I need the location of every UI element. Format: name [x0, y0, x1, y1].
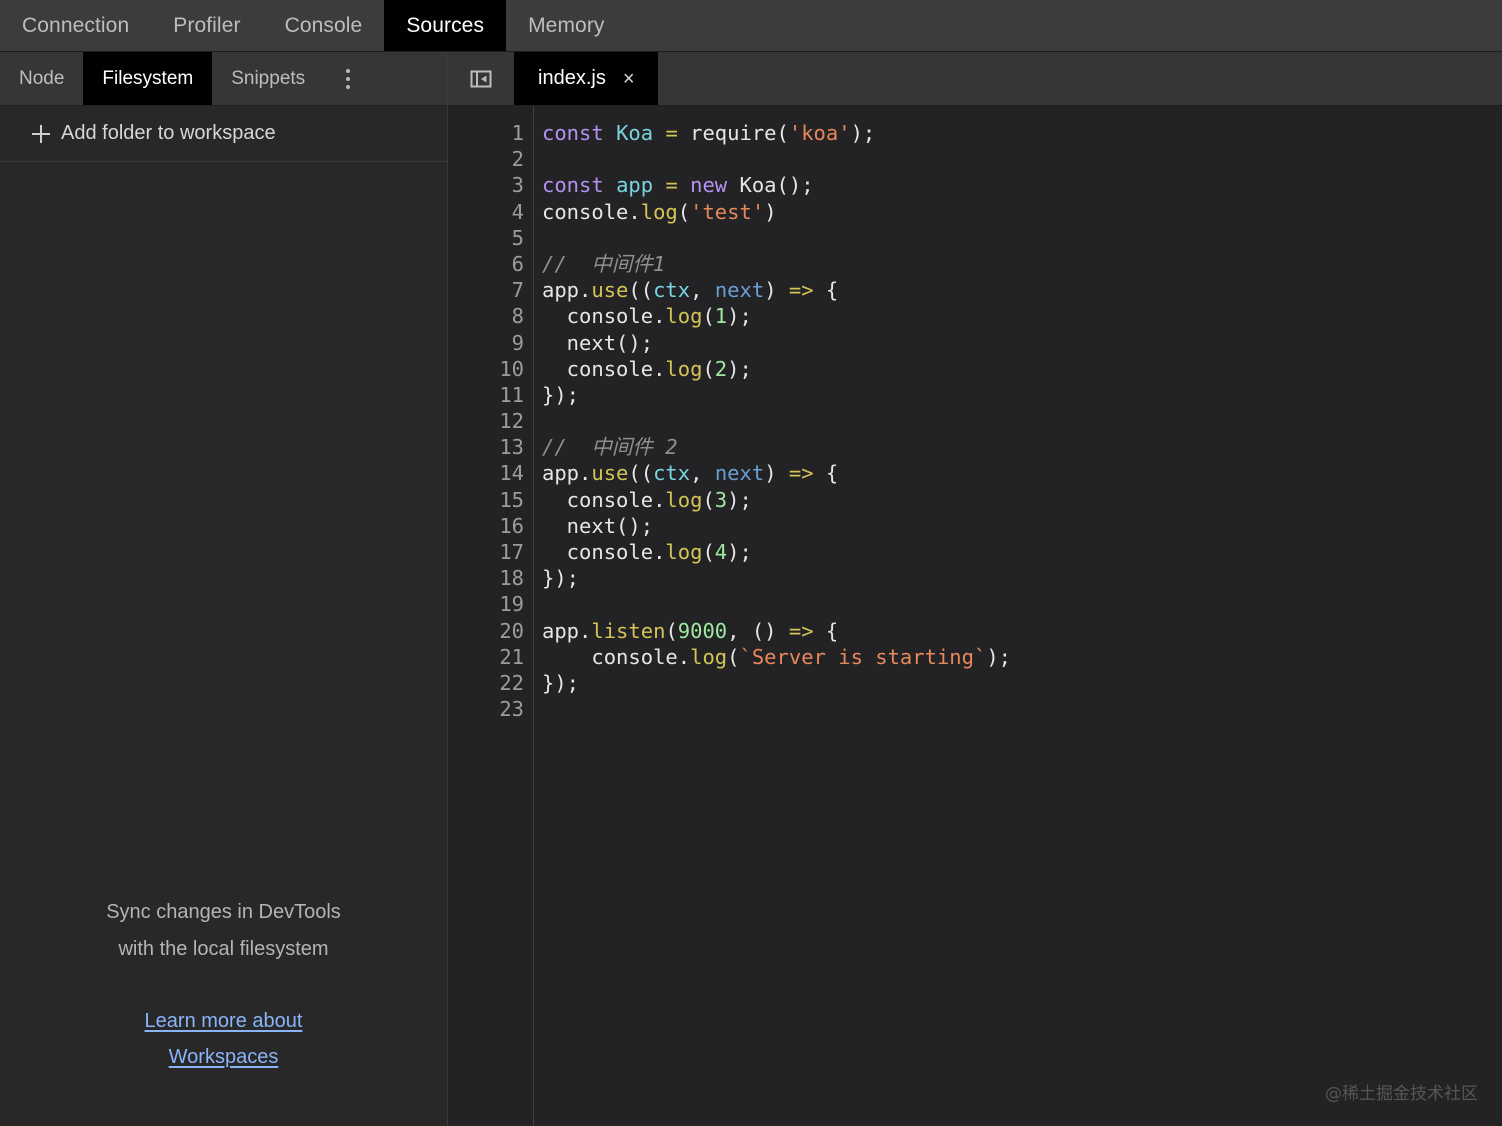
code-line: console.log(1);: [542, 303, 1502, 329]
navigator-tabbar: NodeFilesystemSnippets: [0, 52, 447, 106]
navigator-panel: NodeFilesystemSnippets Add folder to wor…: [0, 52, 448, 1126]
main-tab-connection[interactable]: Connection: [0, 0, 151, 51]
line-number: 4: [448, 199, 533, 225]
line-number: 19: [448, 591, 533, 617]
navigator-tab-snippets[interactable]: Snippets: [212, 52, 324, 105]
line-number: 17: [448, 539, 533, 565]
code-line: [542, 696, 1502, 722]
line-number: 10: [448, 356, 533, 382]
main-tab-memory[interactable]: Memory: [506, 0, 626, 51]
code-line: const Koa = require('koa');: [542, 120, 1502, 146]
collapse-sidebar-icon: [468, 66, 494, 92]
line-number: 3: [448, 172, 533, 198]
line-number-gutter: 1234567891011121314151617181920212223: [448, 106, 534, 1126]
more-vertical-icon: [346, 69, 350, 89]
code-line: [542, 225, 1502, 251]
line-number: 2: [448, 146, 533, 172]
code-line: app.use((ctx, next) => {: [542, 277, 1502, 303]
code-line: console.log(2);: [542, 356, 1502, 382]
file-tab-label: index.js: [538, 67, 606, 90]
code-line: });: [542, 670, 1502, 696]
code-line: // 中间件 2: [542, 434, 1502, 460]
navigator-empty-area: Sync changes in DevTools with the local …: [0, 162, 447, 1126]
plus-icon: [32, 125, 50, 143]
line-number: 13: [448, 434, 533, 460]
code-line: });: [542, 565, 1502, 591]
line-number: 22: [448, 670, 533, 696]
watermark: @稀土掘金技术社区: [1325, 1079, 1478, 1104]
more-options-button[interactable]: [324, 52, 372, 105]
code-line: app.listen(9000, () => {: [542, 618, 1502, 644]
main-tabbar: ConnectionProfilerConsoleSourcesMemory: [0, 0, 1502, 52]
close-icon[interactable]: ×: [620, 67, 638, 91]
line-number: 21: [448, 644, 533, 670]
line-number: 7: [448, 277, 533, 303]
line-number: 1: [448, 120, 533, 146]
empty-state-line-1: Sync changes in DevTools: [40, 894, 407, 931]
code-line: // 中间件1: [542, 251, 1502, 277]
line-number: 20: [448, 618, 533, 644]
code-line: });: [542, 382, 1502, 408]
main-tab-sources[interactable]: Sources: [384, 0, 506, 51]
code-line: console.log(4);: [542, 539, 1502, 565]
line-number: 18: [448, 565, 533, 591]
line-number: 14: [448, 460, 533, 486]
workspace-empty-state: Sync changes in DevTools with the local …: [0, 894, 447, 1075]
devtools-window: ConnectionProfilerConsoleSourcesMemory N…: [0, 0, 1502, 1126]
code-editor[interactable]: 1234567891011121314151617181920212223 co…: [448, 106, 1502, 1126]
add-folder-to-workspace-button[interactable]: Add folder to workspace: [0, 106, 447, 162]
code-content[interactable]: const Koa = require('koa'); const app = …: [534, 106, 1502, 1126]
code-line: const app = new Koa();: [542, 172, 1502, 198]
code-line: console.log('test'): [542, 199, 1502, 225]
editor-tabbar: index.js ×: [448, 52, 1502, 106]
line-number: 12: [448, 408, 533, 434]
code-line: [542, 591, 1502, 617]
learn-more-workspaces-link-line1[interactable]: Learn more about: [40, 1003, 407, 1039]
line-number: 9: [448, 330, 533, 356]
line-number: 23: [448, 696, 533, 722]
main-tab-profiler[interactable]: Profiler: [151, 0, 262, 51]
file-tab-index-js[interactable]: index.js ×: [514, 52, 658, 105]
code-line: next();: [542, 513, 1502, 539]
add-folder-label: Add folder to workspace: [61, 122, 276, 145]
navigator-tab-node[interactable]: Node: [0, 52, 83, 105]
line-number: 8: [448, 303, 533, 329]
line-number: 15: [448, 487, 533, 513]
empty-state-line-2: with the local filesystem: [40, 931, 407, 968]
code-line: [542, 146, 1502, 172]
line-number: 11: [448, 382, 533, 408]
line-number: 5: [448, 225, 533, 251]
line-number: 16: [448, 513, 533, 539]
code-line: app.use((ctx, next) => {: [542, 460, 1502, 486]
main-tab-console[interactable]: Console: [263, 0, 385, 51]
navigator-tab-filesystem[interactable]: Filesystem: [83, 52, 212, 105]
line-number: 6: [448, 251, 533, 277]
code-line: next();: [542, 330, 1502, 356]
code-line: [542, 408, 1502, 434]
code-line: console.log(3);: [542, 487, 1502, 513]
editor-panel: index.js × 12345678910111213141516171819…: [448, 52, 1502, 1126]
learn-more-workspaces-link-line2[interactable]: Workspaces: [40, 1039, 407, 1075]
body-split: NodeFilesystemSnippets Add folder to wor…: [0, 52, 1502, 1126]
code-line: console.log(`Server is starting`);: [542, 644, 1502, 670]
collapse-sidebar-button[interactable]: [448, 52, 514, 105]
